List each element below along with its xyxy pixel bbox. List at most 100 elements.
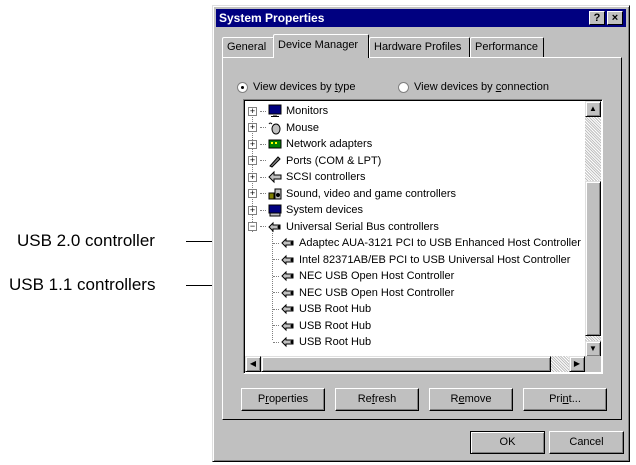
usb-icon [281,302,295,316]
expand-toggle-icon[interactable]: + [248,205,257,215]
usb-device-item[interactable]: USB Root Hub [273,334,371,350]
usb-icon [281,286,295,300]
tree-category-item[interactable]: − Universal Serial Bus controllers [248,219,439,235]
expand-toggle-icon[interactable]: + [248,106,257,116]
usb-device-label: USB Root Hub [299,319,372,332]
usb-device-item[interactable]: USB Root Hub [273,301,371,317]
usb-device-item[interactable]: Adaptec AUA-3121 PCI to USB Enhanced Hos… [273,235,581,251]
help-button[interactable]: ? [589,11,605,25]
usb-device-label: Adaptec AUA-3121 PCI to USB Enhanced Hos… [299,237,581,249]
scroll-right-button[interactable]: ▶ [569,356,585,372]
scrollbar-corner [585,356,601,372]
tree-category-item[interactable]: + Monitors [248,103,328,119]
tree-dotted-line [260,160,266,161]
ok-button[interactable]: OK [470,431,545,454]
scroll-left-button[interactable]: ◀ [245,356,261,372]
tree-category-label: Mouse [286,121,320,134]
tree-category-item[interactable]: + System devices [248,202,363,218]
scroll-down-button[interactable]: ▼ [585,341,601,357]
cancel-button[interactable]: Cancel [549,431,624,454]
port-icon [268,154,282,168]
view-by-type-label: View devices by type [253,81,356,93]
view-by-connection-label: View devices by connection [414,81,549,93]
expand-toggle-icon[interactable]: − [248,222,257,231]
mouse-icon [268,121,282,135]
tree-category-label: Network adapters [286,138,373,150]
tree-dotted-line [273,292,279,293]
tree-dotted-line [260,110,266,112]
scsi-icon [268,170,282,184]
tree-dotted-line [273,341,279,343]
expand-toggle-icon[interactable]: + [248,172,257,182]
tree-category-item[interactable]: + Network adapters [248,136,372,152]
tree-category-label: SCSI controllers [286,171,366,183]
tree-category-item[interactable]: + Ports (COM & LPT) [248,153,381,169]
system-icon [268,203,282,217]
radio-indicator-selected [237,81,248,93]
tree-dotted-line [260,226,266,227]
tree-dotted-line [260,143,266,145]
tree-dotted-line [273,242,279,244]
expand-toggle-icon[interactable]: + [248,189,257,198]
horizontal-scrollbar[interactable]: ◀ ▶ [245,356,585,372]
title-bar: System Properties ? × [216,9,626,27]
remove-button[interactable]: Remove [429,388,513,411]
tree-dotted-line [260,127,266,128]
sound-icon [268,187,282,201]
view-by-type-radio[interactable]: View devices by type [237,81,356,93]
usb11-callout-label: USB 1.1 controllers [9,275,156,294]
usb-device-item[interactable]: NEC USB Open Host Controller [273,285,454,301]
close-button[interactable]: × [607,11,623,25]
system-properties-window: System Properties ? × General Device Man… [212,5,630,462]
tree-dotted-line [260,193,266,194]
tree-dotted-line [260,176,266,178]
tree-dotted-line [260,209,266,211]
properties-button[interactable]: Properties [241,388,325,411]
usb-device-label: NEC USB Open Host Controller [299,286,455,299]
usb-icon [281,236,295,250]
tab-hardware-profiles[interactable]: Hardware Profiles [369,37,470,57]
scroll-up-button[interactable]: ▲ [585,101,601,117]
vertical-scrollbar[interactable]: ▲ ▼ [585,101,601,357]
tree-category-label: System devices [286,204,364,216]
network-icon [268,137,282,151]
tree-category-label: Universal Serial Bus controllers [286,220,439,233]
usb-icon [281,269,295,283]
usb-device-label: USB Root Hub [299,303,372,315]
expand-toggle-icon[interactable]: + [248,123,257,132]
device-manager-panel: View devices by type View devices by con… [222,57,622,420]
usb-icon [281,319,295,333]
view-by-connection-radio[interactable]: View devices by connection [398,81,549,93]
window-title: System Properties [219,11,325,25]
tree-category-item[interactable]: + SCSI controllers [248,169,365,185]
expand-toggle-icon[interactable]: + [248,139,257,149]
tree-dotted-line [273,259,279,260]
tree-dotted-line [273,308,279,310]
usb-device-label: NEC USB Open Host Controller [299,270,455,282]
tab-performance[interactable]: Performance [470,37,544,57]
usb-device-item[interactable]: USB Root Hub [273,318,371,334]
tab-general[interactable]: General [222,37,274,57]
usb20-callout-label: USB 2.0 controller [17,231,155,250]
tab-device-manager[interactable]: Device Manager [273,34,369,58]
print-button[interactable]: Print... [523,388,607,411]
usb-device-label: Intel 82371AB/EB PCI to USB Universal Ho… [299,253,571,266]
usb-device-item[interactable]: NEC USB Open Host Controller [273,268,454,284]
expand-toggle-icon[interactable]: + [248,156,257,165]
monitor-icon [268,104,282,118]
horizontal-scroll-thumb[interactable] [261,356,551,372]
usb-device-label: USB Root Hub [299,336,372,348]
tree-category-item[interactable]: + Sound, video and game controllers [248,186,456,202]
tree-category-label: Ports (COM & LPT) [286,154,382,167]
usb-device-item[interactable]: Intel 82371AB/EB PCI to USB Universal Ho… [273,252,570,268]
refresh-button[interactable]: Refresh [335,388,419,411]
radio-indicator [398,81,409,93]
vertical-scroll-thumb[interactable] [585,181,601,336]
tree-category-label: Monitors [286,105,329,117]
usb-icon [281,253,295,267]
device-tree[interactable]: ▲ ▼ ◀ ▶ + Monitors + Mouse + Network adapters… [243,99,603,374]
usb-icon [281,335,295,349]
usb-icon [268,220,282,234]
tree-category-item[interactable]: + Mouse [248,120,319,136]
tree-dotted-line [273,325,279,326]
